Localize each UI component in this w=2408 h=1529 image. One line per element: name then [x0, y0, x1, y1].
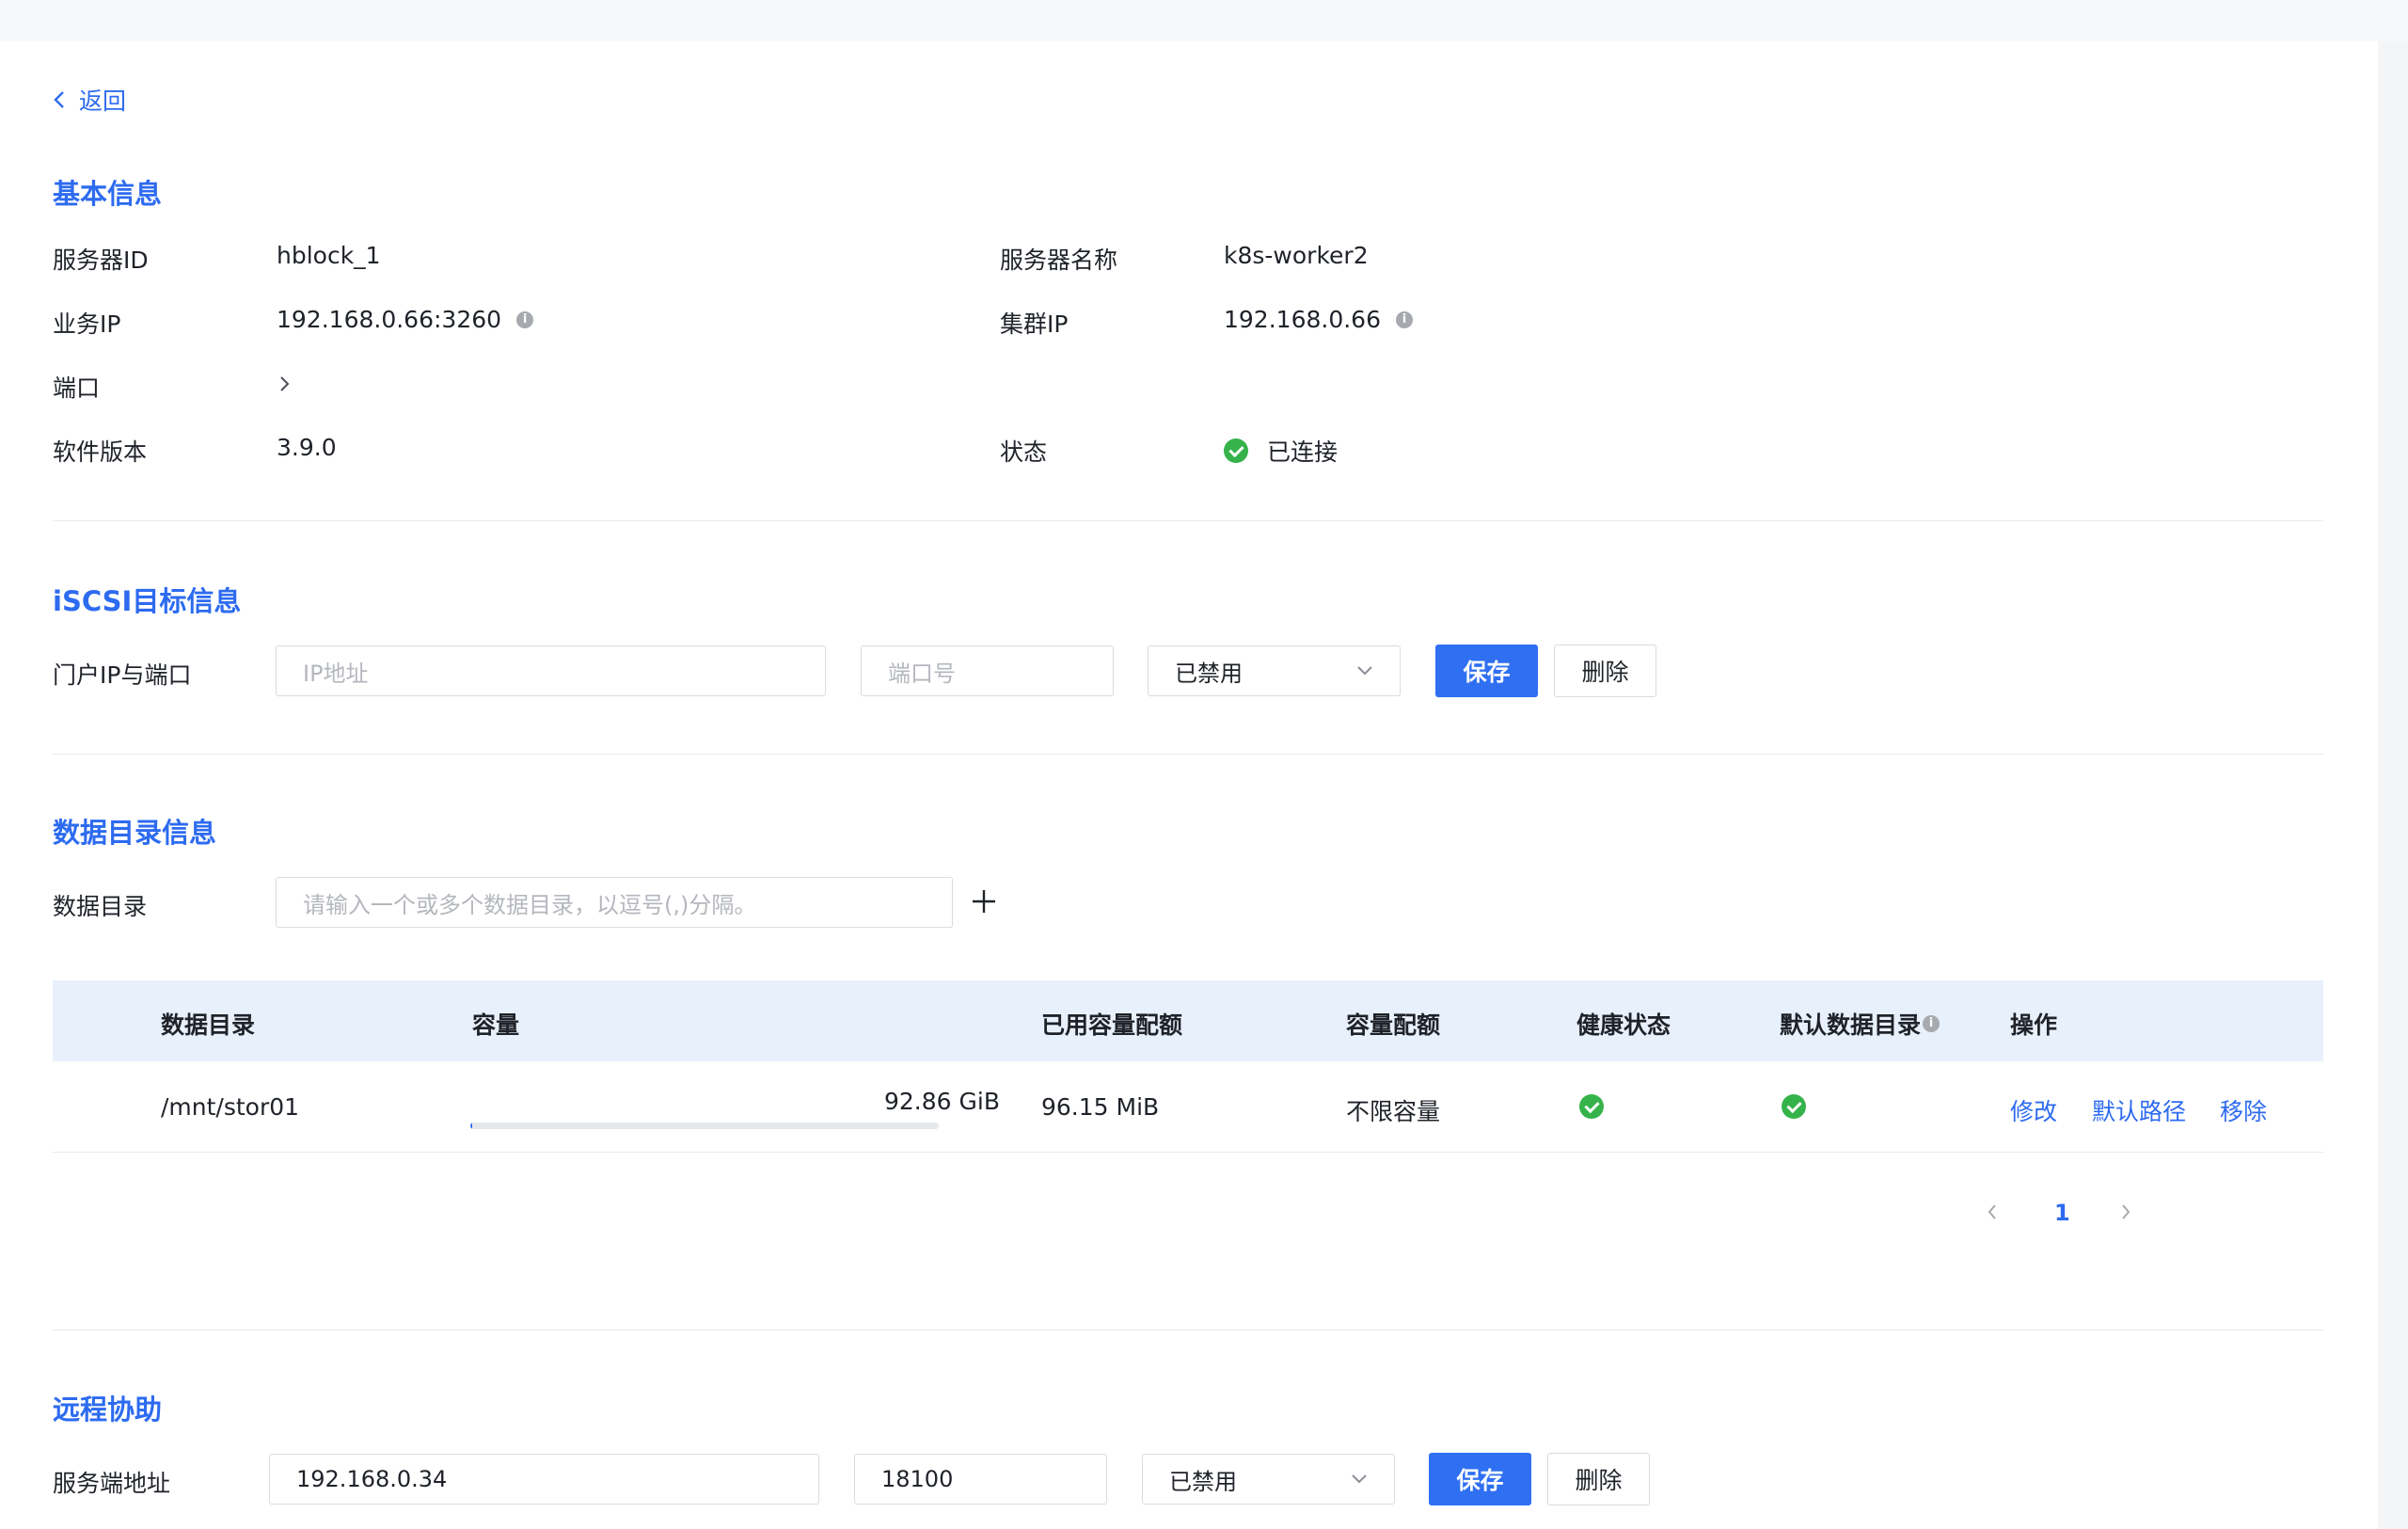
remote-save-button[interactable]: 保存	[1429, 1453, 1531, 1505]
set-default-link[interactable]: 默认路径	[2092, 1093, 2186, 1127]
cell-path: /mnt/stor01	[161, 1093, 300, 1121]
chevron-right-icon	[280, 376, 290, 391]
remote-status-select[interactable]: 已禁用	[1142, 1454, 1395, 1505]
port-expand-toggle[interactable]	[278, 370, 290, 398]
portal-port-input[interactable]: 端口号	[861, 645, 1114, 696]
cluster-ip-row: 192.168.0.66 i	[1224, 306, 1413, 333]
plus-icon[interactable]	[969, 886, 999, 916]
top-bar	[0, 0, 2408, 42]
status-row: 已连接	[1224, 434, 1338, 468]
portal-ip-input[interactable]: IP地址	[276, 645, 826, 696]
remote-server-label: 服务端地址	[53, 1470, 171, 1497]
capacity-progress-bar	[470, 1123, 939, 1129]
info-icon[interactable]: i	[1396, 311, 1413, 328]
section-title-datadir: 数据目录信息	[53, 817, 217, 849]
server-id-label: 服务器ID	[53, 247, 149, 274]
biz-ip-value: 192.168.0.66:3260	[277, 306, 502, 333]
section-title-remote: 远程协助	[53, 1394, 163, 1425]
edit-link[interactable]: 修改	[2010, 1093, 2057, 1127]
status-value: 已连接	[1267, 438, 1339, 466]
capacity-progress-fill	[470, 1123, 472, 1129]
remote-port-input[interactable]: 18100	[854, 1454, 1107, 1505]
biz-ip-label: 业务IP	[53, 311, 121, 338]
server-name-label: 服务器名称	[1000, 247, 1118, 274]
select-value: 已禁用	[1169, 1468, 1237, 1495]
remove-link[interactable]: 移除	[2220, 1093, 2267, 1127]
datadir-input[interactable]: 请输入一个或多个数据目录，以逗号(,)分隔。	[276, 877, 953, 928]
section-title-basic: 基本信息	[53, 178, 163, 210]
cell-used-quota: 96.15 MiB	[1041, 1093, 1160, 1121]
col-header-capacity: 容量	[472, 1011, 520, 1039]
chevron-right-icon	[2122, 1204, 2131, 1219]
check-circle-icon	[1224, 438, 1248, 463]
chevron-down-icon	[1352, 1474, 1367, 1484]
col-header-used-quota: 已用容量配额	[1041, 1011, 1183, 1039]
port-label: 端口	[53, 374, 101, 402]
chevron-left-icon	[1988, 1204, 1996, 1219]
default-ok-icon	[1782, 1094, 1806, 1123]
server-id-value: hblock_1	[277, 242, 381, 269]
back-link[interactable]: 返回	[53, 83, 126, 117]
biz-ip-row: 192.168.0.66:3260 i	[277, 306, 534, 333]
row-border	[53, 1152, 2323, 1153]
select-value: 已禁用	[1175, 660, 1243, 687]
info-icon[interactable]: i	[516, 311, 534, 328]
col-header-quota: 容量配额	[1346, 1011, 1441, 1039]
next-page-button[interactable]	[2120, 1202, 2131, 1225]
section-title-iscsi: iSCSI目标信息	[53, 585, 242, 617]
cell-quota: 不限容量	[1346, 1098, 1441, 1125]
iscsi-delete-button[interactable]: 删除	[1554, 645, 1656, 697]
server-name-value: k8s-worker2	[1224, 242, 1369, 269]
health-ok-icon	[1579, 1094, 1604, 1123]
col-header-actions: 操作	[2010, 1011, 2058, 1039]
divider	[53, 754, 2323, 755]
portal-label: 门户IP与端口	[53, 661, 192, 689]
col-header-default-cell: 默认数据目录 i	[1780, 1007, 1941, 1041]
iscsi-status-select[interactable]: 已禁用	[1148, 645, 1401, 696]
col-header-health: 健康状态	[1576, 1011, 1671, 1039]
prev-page-button[interactable]	[1987, 1202, 1998, 1225]
remote-delete-button[interactable]: 删除	[1547, 1453, 1650, 1505]
col-header-dir: 数据目录	[161, 1011, 256, 1039]
divider	[53, 520, 2323, 521]
page-1-button[interactable]: 1	[2054, 1200, 2070, 1226]
datadir-label: 数据目录	[53, 893, 148, 920]
chevron-left-icon	[54, 91, 64, 108]
info-icon[interactable]: i	[1923, 1015, 1941, 1032]
right-gutter	[2378, 41, 2408, 1529]
col-header-default: 默认数据目录	[1780, 1011, 1922, 1039]
chevron-down-icon	[1357, 666, 1372, 676]
version-value: 3.9.0	[277, 434, 337, 461]
status-label: 状态	[1000, 438, 1048, 466]
remote-ip-input[interactable]: 192.168.0.34	[269, 1454, 819, 1505]
version-label: 软件版本	[53, 438, 148, 466]
cluster-ip-value: 192.168.0.66	[1224, 306, 1381, 333]
table-header	[53, 980, 2323, 1061]
back-label: 返回	[79, 88, 127, 115]
cluster-ip-label: 集群IP	[1000, 311, 1069, 338]
cell-capacity: 92.86 GiB	[884, 1088, 1000, 1115]
iscsi-save-button[interactable]: 保存	[1435, 645, 1538, 697]
